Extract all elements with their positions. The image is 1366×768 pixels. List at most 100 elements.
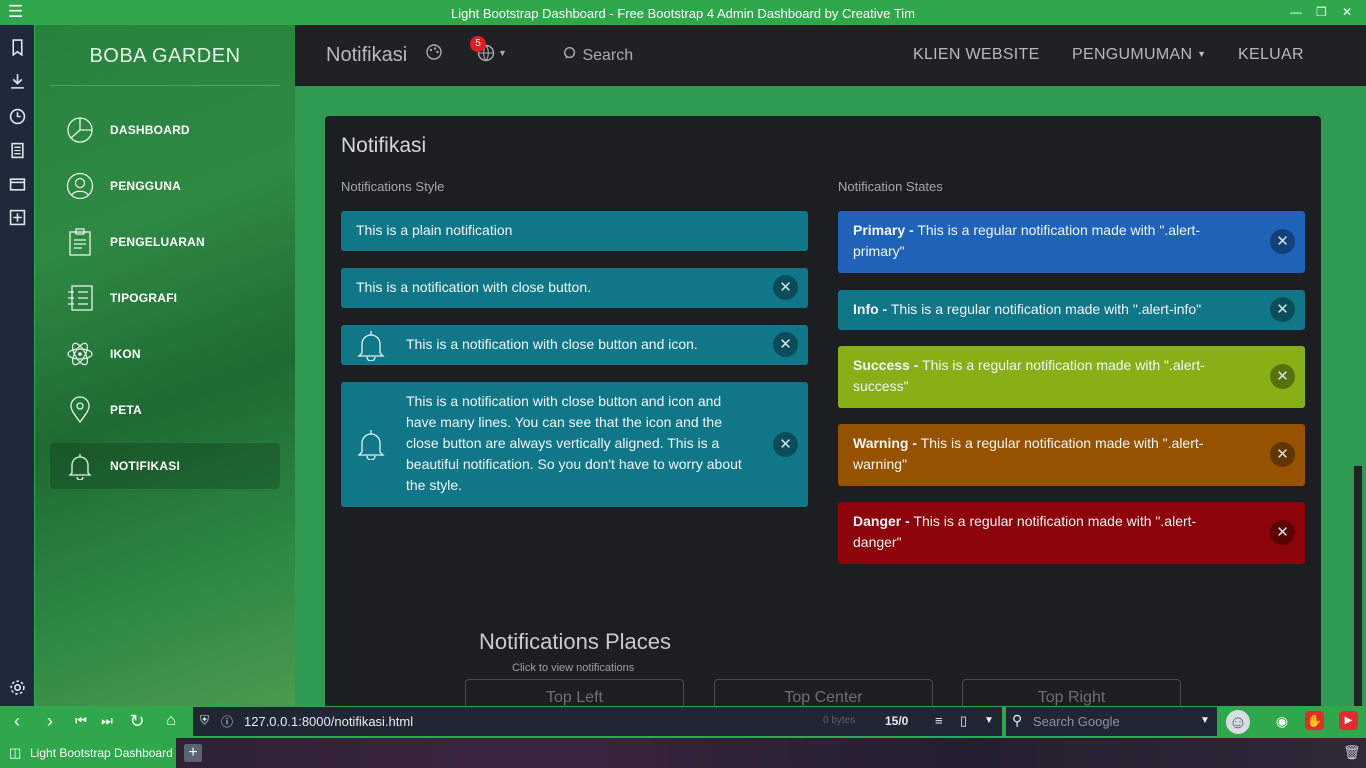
alert-text: This is a notification with close button…: [406, 336, 698, 352]
minimize-icon[interactable]: —: [1290, 5, 1302, 19]
atom-icon: [67, 342, 93, 366]
sidebar-item-label: PENGGUNA: [110, 179, 181, 193]
close-icon[interactable]: ✕: [1270, 442, 1295, 467]
bookmarks-panel-icon[interactable]: [9, 39, 26, 56]
rewind-icon[interactable]: ⏮: [71, 711, 91, 731]
alert-danger: Danger - This is a regular notification …: [838, 502, 1305, 564]
home-icon[interactable]: ⌂: [161, 711, 181, 731]
notifications-card: Notifikasi Notifications Style Notificat…: [325, 116, 1321, 719]
tracker-counter: 15/0: [885, 714, 909, 728]
sidebar-item-ikon[interactable]: IKON: [50, 331, 280, 377]
card-title: Notifikasi: [341, 134, 427, 157]
browser-navigation-bar: ‹ › ⏮ ⏭ ↻ ⌂ ⛨ ⓘ 127.0.0.1:8000/notifikas…: [0, 706, 1366, 738]
browser-tab-bar: ◫ Light Bootstrap Dashboard + 🗑: [0, 738, 1366, 768]
tab-title: Light Bootstrap Dashboard: [30, 746, 173, 760]
sidebar: BOBA GARDEN DASHBOARD PENGGUNA PENGELUAR…: [35, 25, 295, 706]
address-bar[interactable]: ⛨ ⓘ 127.0.0.1:8000/notifikasi.html 0 byt…: [193, 707, 1002, 736]
search-icon: ⚲: [1012, 712, 1023, 728]
caret-down-icon: ▼: [1197, 49, 1207, 59]
sidebar-item-label: PETA: [110, 403, 142, 417]
window-title: Light Bootstrap Dashboard - Free Bootstr…: [451, 6, 915, 21]
alert-text: Info - This is a regular notification ma…: [853, 301, 1202, 317]
ad-block-icon[interactable]: ✋: [1305, 711, 1324, 730]
palette-icon[interactable]: [426, 44, 442, 60]
multiline-icon-notification: This is a notification with close button…: [341, 382, 808, 507]
sidebar-divider: [50, 85, 280, 86]
privacy-mask-icon[interactable]: ◉: [1272, 711, 1292, 731]
sidebar-item-pengeluaran[interactable]: PENGELUARAN: [50, 219, 280, 265]
close-icon[interactable]: ✕: [1270, 229, 1295, 254]
reload-icon[interactable]: ↻: [127, 711, 147, 731]
dropdown-chevron-icon[interactable]: ▼: [984, 715, 994, 726]
notes-panel-icon[interactable]: [9, 142, 26, 159]
new-tab-button[interactable]: +: [184, 744, 202, 762]
sidebar-item-pengguna[interactable]: PENGGUNA: [50, 163, 280, 209]
forward-icon[interactable]: ›: [40, 711, 60, 731]
url-text[interactable]: 127.0.0.1:8000/notifikasi.html: [244, 714, 413, 729]
page-scrollbar[interactable]: [1350, 86, 1366, 706]
search-icon: [563, 46, 576, 59]
sidebar-item-tipografi[interactable]: TIPOGRAFI: [50, 275, 280, 321]
back-icon[interactable]: ‹: [7, 711, 27, 731]
sidebar-item-peta[interactable]: PETA: [50, 387, 280, 433]
alert-text: Primary - This is a regular notification…: [853, 222, 1201, 259]
notifications-places-heading: Notifications Places: [479, 629, 671, 654]
trash-icon[interactable]: 🗑: [1343, 744, 1361, 761]
alert-text: This is a notification with close button…: [406, 393, 742, 493]
info-icon[interactable]: ⓘ: [221, 713, 233, 730]
page-icon: ◫: [9, 745, 22, 760]
places-hint: Click to view notifications: [512, 662, 635, 674]
shield-icon[interactable]: ⛨: [200, 713, 209, 728]
alert-warning: Warning - This is a regular notification…: [838, 424, 1305, 486]
sidebar-item-label: TIPOGRAFI: [110, 291, 178, 305]
sidebar-item-dashboard[interactable]: DASHBOARD: [50, 107, 280, 153]
search-link[interactable]: Search: [563, 46, 633, 65]
alert-success: Success - This is a regular notification…: [838, 346, 1305, 408]
tab-active[interactable]: ◫ Light Bootstrap Dashboard: [0, 738, 176, 768]
nav-link-keluar[interactable]: KELUAR: [1238, 46, 1304, 64]
close-icon[interactable]: ✕: [773, 432, 798, 457]
icon-notification: This is a notification with close button…: [341, 325, 808, 365]
alert-text: Warning - This is a regular notification…: [853, 435, 1204, 472]
reader-view-icon[interactable]: ≡: [935, 713, 943, 728]
sidebar-item-label: IKON: [110, 347, 141, 361]
bookmark-icon[interactable]: ▯: [960, 713, 967, 729]
brand-logo-text[interactable]: BOBA GARDEN: [35, 45, 295, 68]
alert-primary: Primary - This is a regular notification…: [838, 211, 1305, 273]
extension-icon[interactable]: ▶: [1339, 711, 1358, 730]
sidebar-item-notifikasi[interactable]: NOTIFIKASI: [50, 443, 280, 489]
plain-notification: This is a plain notification: [341, 211, 808, 251]
caret-down-icon: ▼: [498, 48, 507, 58]
history-panel-icon[interactable]: [9, 108, 26, 125]
nav-link-pengumuman[interactable]: PENGUMUMAN ▼: [1072, 46, 1206, 64]
maximize-icon[interactable]: ❐: [1316, 5, 1327, 19]
close-icon[interactable]: ✕: [773, 275, 798, 300]
window-titlebar: ☰ Light Bootstrap Dashboard - Free Boots…: [0, 0, 1366, 25]
close-icon[interactable]: ✕: [1270, 297, 1295, 322]
notification-states-heading: Notification States: [838, 179, 943, 194]
search-engine-field[interactable]: ⚲ Search Google ▼: [1006, 707, 1217, 736]
add-panel-icon[interactable]: [9, 209, 26, 226]
top-navbar: Notifikasi 5 ▼ Search KLIEN WEBSITE PENG…: [295, 25, 1366, 86]
nav-link-label: PENGUMUMAN: [1072, 46, 1193, 63]
page-size-label: 0 bytes: [823, 715, 856, 726]
dropdown-chevron-icon[interactable]: ▼: [1200, 715, 1210, 726]
close-icon[interactable]: ✕: [1270, 364, 1295, 389]
nav-link-klien-website[interactable]: KLIEN WEBSITE: [913, 46, 1040, 64]
alert-text: Danger - This is a regular notification …: [853, 513, 1197, 550]
scrollbar-thumb[interactable]: [1354, 466, 1362, 706]
notifications-style-heading: Notifications Style: [341, 179, 445, 194]
close-window-icon[interactable]: ✕: [1342, 5, 1352, 19]
settings-gear-icon[interactable]: [9, 679, 26, 696]
page-title[interactable]: Notifikasi: [326, 44, 407, 67]
downloads-panel-icon[interactable]: [9, 73, 26, 90]
profile-avatar-icon[interactable]: ☺: [1226, 710, 1250, 734]
alert-text: This is a notification with close button…: [356, 279, 592, 295]
sidebar-item-label: PENGELUARAN: [110, 235, 205, 249]
search-label: Search: [582, 47, 634, 64]
close-icon[interactable]: ✕: [1270, 520, 1295, 545]
sidebar-item-label: DASHBOARD: [110, 123, 190, 137]
fast-forward-icon[interactable]: ⏭: [97, 711, 117, 731]
window-panel-icon[interactable]: [9, 176, 26, 193]
close-icon[interactable]: ✕: [773, 332, 798, 357]
